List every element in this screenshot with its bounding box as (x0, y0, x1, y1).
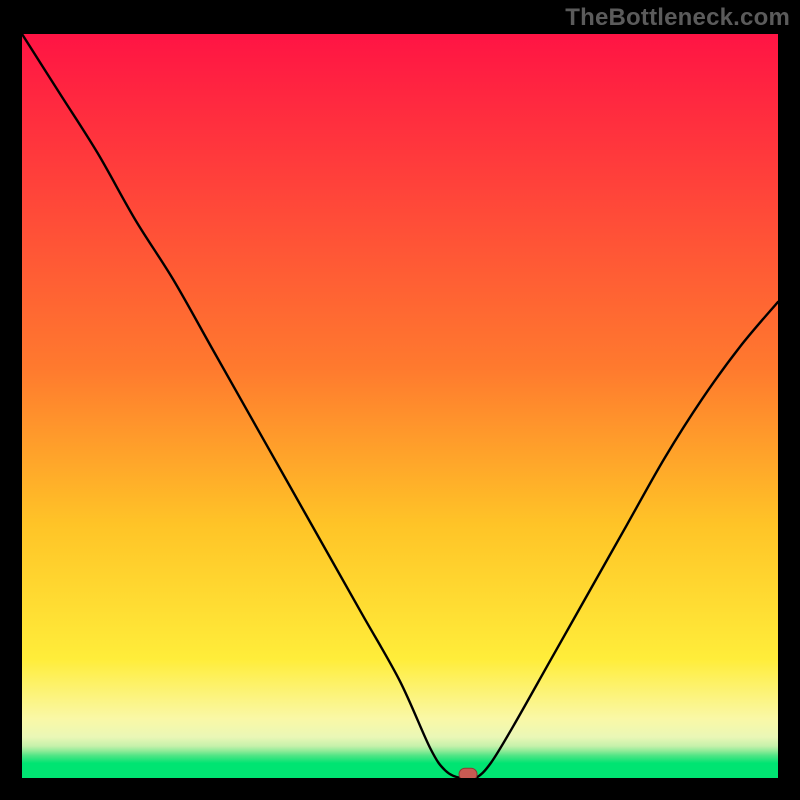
bottleneck-chart (0, 0, 800, 800)
optimal-marker (459, 768, 477, 780)
gradient-background (22, 34, 778, 778)
chart-frame: { "watermark": "TheBottleneck.com", "col… (0, 0, 800, 800)
